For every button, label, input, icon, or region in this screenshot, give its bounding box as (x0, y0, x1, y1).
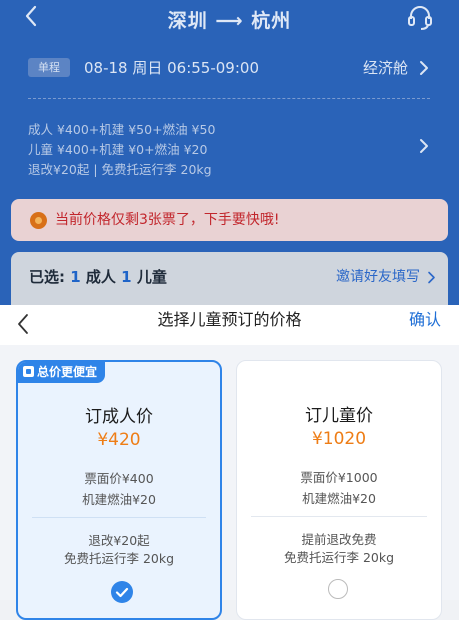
cheaper-tag: 总价更便宜 (18, 362, 106, 383)
adult-label: 成人 (85, 268, 116, 286)
header-bar: 深圳 ⟶ 杭州 (0, 0, 459, 36)
option-price: ¥1020 (311, 429, 367, 449)
option-ticket-price: 票面价¥400 (84, 471, 154, 486)
selected-prefix: 已选: (29, 268, 65, 286)
coin-icon (30, 212, 47, 229)
option-baggage: 免费托运行李 20kg (283, 550, 395, 565)
child-price-option[interactable]: 订儿童价 ¥1020 票面价¥1000 机建燃油¥20 提前退改免费 免费托运行… (236, 360, 442, 620)
divider (251, 516, 427, 517)
unselected-radio-icon[interactable] (328, 579, 348, 599)
option-baggage: 免费托运行李 20kg (63, 551, 175, 566)
sheet-header: 选择儿童预订的价格 确认 (0, 305, 459, 345)
fare-details[interactable]: 成人 ¥400+机建 ¥50+燃油 ¥50 儿童 ¥400+机建 ¥0+燃油 ¥… (28, 120, 438, 180)
child-count: 1 (121, 268, 132, 286)
route-title: 深圳 ⟶ 杭州 (167, 10, 292, 32)
option-ticket-price: 票面价¥1000 (300, 470, 378, 485)
fare-policy: 退改¥20起 | 免费托运行李 20kg (28, 162, 212, 177)
invite-friend-link[interactable]: 邀请好友填写 (336, 252, 420, 302)
chevron-right-icon (420, 61, 428, 75)
flight-datetime: 08-18 周日 06:55-09:00 (84, 59, 259, 77)
option-name: 订成人价 (85, 407, 153, 427)
headset-icon[interactable] (405, 2, 435, 32)
low-stock-notice: 当前价格仅剩3张票了，下手要快哦! (11, 199, 448, 241)
divider (28, 98, 430, 99)
chevron-right-icon (428, 271, 435, 284)
tag-icon (23, 366, 34, 377)
option-taxes: 机建燃油¥20 (302, 491, 376, 506)
cabin-class: 经济舱 (362, 59, 408, 77)
child-fare: 儿童 ¥400+机建 ¥0+燃油 ¥20 (28, 142, 208, 157)
trip-type-badge: 单程 (28, 58, 70, 77)
option-name: 订儿童价 (305, 406, 373, 426)
child-label: 儿童 (136, 268, 167, 286)
adult-fare: 成人 ¥400+机建 ¥50+燃油 ¥50 (28, 122, 216, 137)
trip-row[interactable]: 单程 08-18 周日 06:55-09:00 经济舱 (28, 56, 438, 80)
adult-count: 1 (70, 268, 81, 286)
chevron-right-icon (420, 139, 428, 153)
option-price: ¥420 (97, 430, 141, 450)
passenger-selection-bar: 已选: 1 成人 1 儿童 邀请好友填写 (11, 252, 448, 305)
flight-summary-panel: 深圳 ⟶ 杭州 单程 08-18 周日 06:55-09:00 经济舱 成人 ¥… (0, 0, 459, 305)
selected-passengers: 已选: 1 成人 1 儿童 (29, 252, 167, 302)
option-taxes: 机建燃油¥20 (82, 492, 156, 507)
option-refund-policy: 提前退改免费 (301, 532, 377, 547)
sheet-title: 选择儿童预订的价格 (157, 310, 302, 329)
divider (32, 517, 206, 518)
cheaper-tag-text: 总价更便宜 (37, 365, 98, 379)
notice-text: 当前价格仅剩3张票了，下手要快哦! (55, 212, 280, 228)
confirm-button[interactable]: 确认 (409, 305, 441, 335)
option-refund-policy: 退改¥20起 (88, 533, 150, 548)
adult-price-option[interactable]: 总价更便宜 订成人价 ¥420 票面价¥400 机建燃油¥20 退改¥20起 免… (16, 360, 222, 620)
